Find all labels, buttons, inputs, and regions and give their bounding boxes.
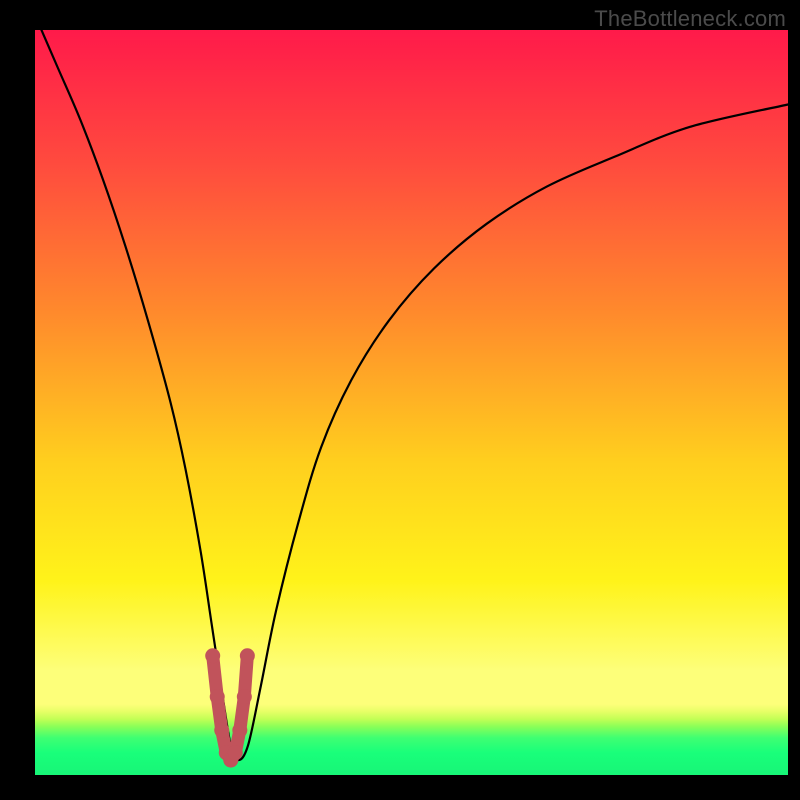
- bottleneck-plot: [0, 0, 800, 800]
- minimum-marker-dot: [210, 689, 225, 704]
- minimum-marker-dot: [237, 689, 252, 704]
- plot-background: [35, 30, 788, 775]
- minimum-marker-dot: [232, 723, 247, 738]
- chart-frame: TheBottleneck.com: [0, 0, 800, 800]
- minimum-marker-dot: [240, 648, 255, 663]
- minimum-marker-dot: [228, 745, 243, 760]
- minimum-marker-dot: [214, 723, 229, 738]
- minimum-marker-dot: [205, 648, 220, 663]
